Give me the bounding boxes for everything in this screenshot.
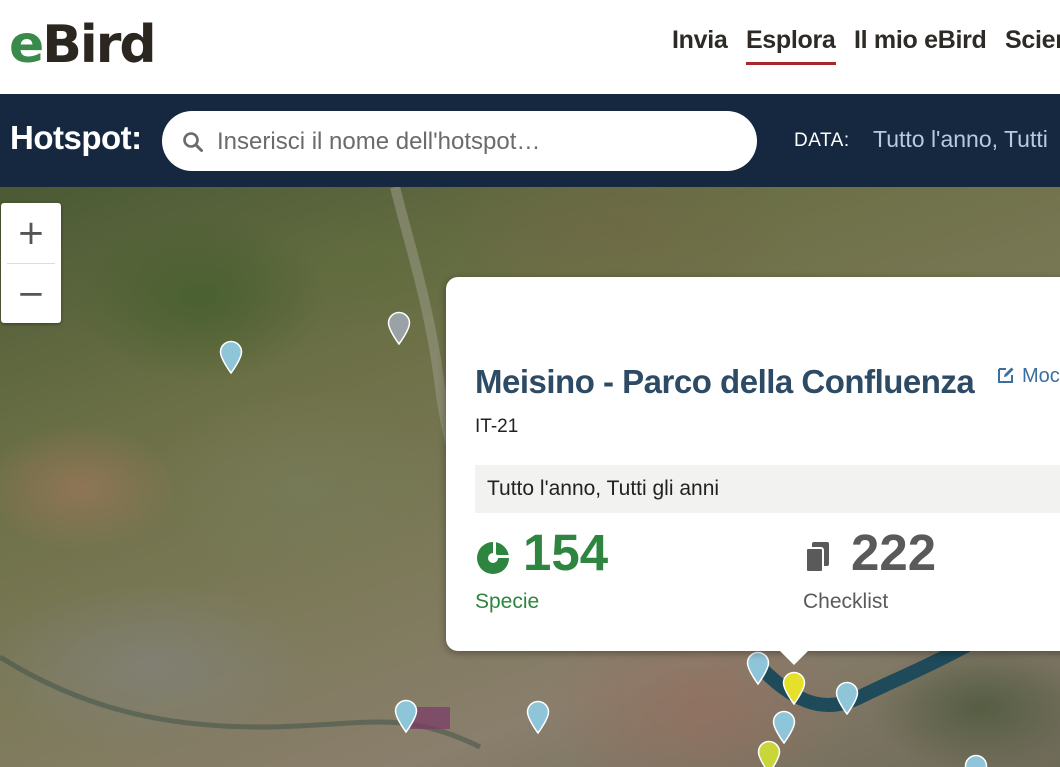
hotspot-popup: Meisino - Parco della Confluenza Moc IT-… (446, 277, 1060, 665)
hotspot-marker[interactable] (526, 700, 550, 734)
popup-pointer (778, 649, 810, 665)
species-icon (477, 542, 509, 574)
hotspot-label: Hotspot: (10, 119, 142, 156)
hotspot-title[interactable]: Meisino - Parco della Confluenza (475, 363, 975, 401)
zoom-in-button[interactable]: + (1, 203, 61, 263)
checklist-icon (805, 542, 829, 573)
edit-icon (998, 367, 1014, 383)
hotspot-marker[interactable] (746, 651, 770, 685)
search-icon (183, 132, 203, 152)
hotspot-marker[interactable] (394, 699, 418, 733)
logo-e: e (9, 15, 44, 75)
species-label: Specie (475, 590, 540, 613)
date-filter-value[interactable]: Tutto l'anno, Tutti (873, 126, 1048, 153)
zoom-out-button[interactable]: − (1, 264, 61, 324)
species-stat[interactable]: 154 Specie (475, 524, 608, 614)
checklist-stat[interactable]: 222 Checklist (803, 524, 936, 614)
hotspot-marker[interactable] (219, 340, 243, 374)
nav-invia[interactable]: Invia (672, 26, 728, 65)
hotspot-marker[interactable] (835, 681, 859, 715)
logo-bird: Bird (42, 15, 156, 75)
edit-label: Moc (1022, 365, 1060, 387)
edit-hotspot-link[interactable]: Moc (996, 365, 1060, 388)
hotspot-search-box[interactable] (162, 111, 757, 171)
date-label: DATA: (794, 130, 850, 151)
nav-mio-ebird[interactable]: Il mio eBird (854, 26, 987, 65)
main-nav: Invia Esplora Il mio eBird Scien (672, 26, 1060, 65)
top-header: eBird Invia Esplora Il mio eBird Scien (0, 0, 1060, 94)
zoom-control: + − (1, 203, 61, 323)
period-text: Tutto l'anno, Tutti gli anni (487, 477, 720, 500)
ebird-logo[interactable]: eBird (9, 14, 157, 76)
nav-esplora[interactable]: Esplora (745, 26, 836, 65)
hotspot-marker[interactable] (964, 754, 988, 767)
hotspot-marker[interactable] (757, 740, 781, 767)
nav-scienza[interactable]: Scien (1005, 26, 1060, 65)
region-code: IT-21 (475, 416, 519, 437)
period-bar: Tutto l'anno, Tutti gli anni (475, 465, 1060, 513)
hotspot-marker[interactable] (387, 311, 411, 345)
hotspot-marker[interactable] (772, 710, 796, 744)
checklist-label: Checklist (803, 590, 889, 613)
hotspot-filter-bar: Hotspot: DATA: Tutto l'anno, Tutti (0, 94, 1060, 187)
hotspot-marker-selected[interactable] (782, 671, 806, 705)
hotspot-search-input[interactable] (215, 121, 739, 163)
